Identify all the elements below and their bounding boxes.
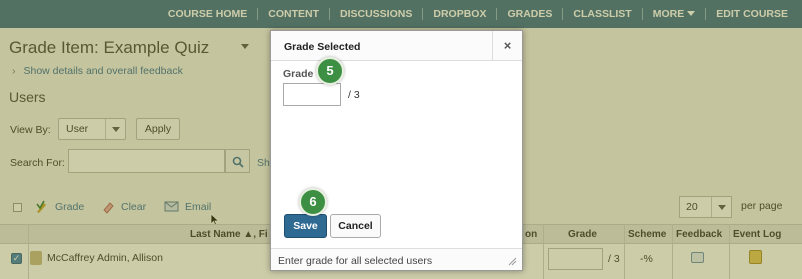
dialog-footer-text: Enter grade for all selected users [278,255,433,267]
save-button[interactable]: Save [284,214,327,238]
cancel-button[interactable]: Cancel [330,214,381,238]
dialog-grade-input[interactable] [283,83,341,106]
step-callout-badge: 6 [299,188,327,216]
step-callout-badge: 5 [316,57,344,85]
dialog-grade-label: Grade [283,68,314,80]
grade-selected-dialog: Grade Selected × Grade / 3 Save Cancel E… [270,30,523,271]
resize-grip-icon[interactable] [508,257,517,266]
dialog-footer: Enter grade for all selected users [271,248,522,270]
dialog-title: Grade Selected [284,41,361,53]
close-icon[interactable]: × [492,31,522,61]
dialog-grade-out-of: / 3 [348,89,360,101]
dialog-header: Grade Selected × [271,31,522,61]
